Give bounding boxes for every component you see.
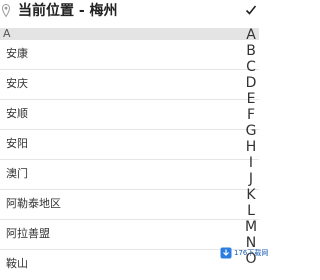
index-letter[interactable]: G [243,123,259,139]
alphabet-index-bar[interactable]: A B C D E F G H I J K L M N O [243,27,259,278]
index-letter[interactable]: F [243,107,259,123]
index-letter[interactable]: M [243,219,259,235]
section-header-a: A [0,27,259,40]
index-letter[interactable]: E [243,91,259,107]
city-item[interactable]: 安顺 [0,100,259,130]
index-letter[interactable]: B [243,43,259,59]
checkmark-icon[interactable] [245,4,257,16]
city-name: 鞍山 [6,257,28,270]
index-letter[interactable]: H [243,139,259,155]
current-location-title: 当前位置 - 梅州 [18,3,118,19]
city-name: 安顺 [6,107,28,120]
city-name: 安阳 [6,137,28,150]
city-item[interactable]: 阿勒泰地区 [0,190,259,220]
index-letter[interactable]: I [243,155,259,171]
watermark-text: 176下载网 [234,249,269,257]
city-item[interactable]: 安康 [0,40,259,70]
index-letter[interactable]: J [243,171,259,187]
city-item[interactable]: 安阳 [0,130,259,160]
city-item[interactable]: 澳门 [0,160,259,190]
index-letter[interactable]: K [243,187,259,203]
city-name: 阿拉善盟 [6,227,50,240]
section-letter: A [3,27,11,40]
city-name: 安康 [6,47,28,60]
watermark: 176下载网 [218,246,268,260]
city-name: 安庆 [6,77,28,90]
index-letter[interactable]: A [243,27,259,43]
download-site-logo-icon [220,247,232,259]
index-letter[interactable]: C [243,59,259,75]
index-letter[interactable]: D [243,75,259,91]
header-bar: 当前位置 - 梅州 [0,0,259,27]
city-item[interactable]: 安庆 [0,70,259,100]
city-name: 澳门 [6,167,28,180]
city-name: 阿勒泰地区 [6,197,61,210]
map-pin-icon [2,4,10,17]
index-letter[interactable]: L [243,203,259,219]
